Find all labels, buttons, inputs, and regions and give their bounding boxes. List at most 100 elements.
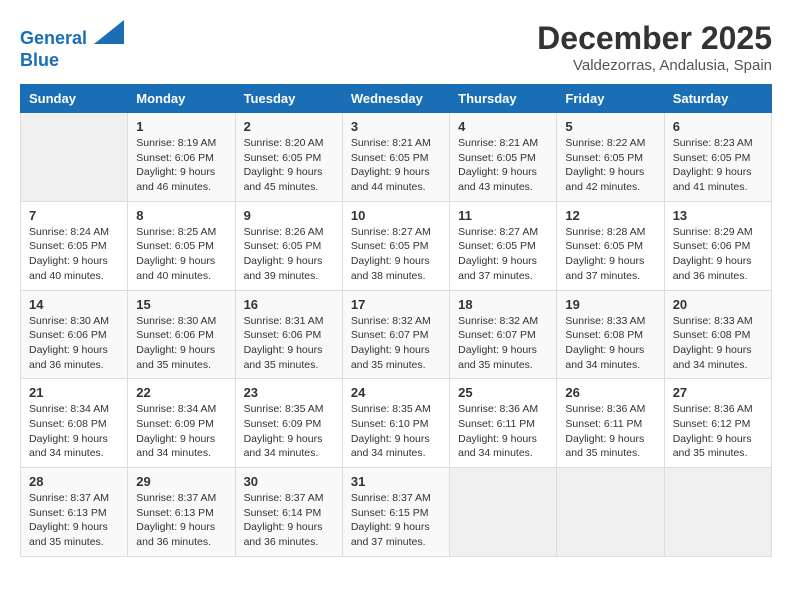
weekday-header-thursday: Thursday <box>450 85 557 113</box>
day-content: Sunrise: 8:21 AMSunset: 6:05 PMDaylight:… <box>351 136 441 195</box>
day-number: 27 <box>673 385 763 400</box>
day-content: Sunrise: 8:36 AMSunset: 6:11 PMDaylight:… <box>565 402 655 461</box>
day-content: Sunrise: 8:30 AMSunset: 6:06 PMDaylight:… <box>136 314 226 373</box>
day-content: Sunrise: 8:33 AMSunset: 6:08 PMDaylight:… <box>673 314 763 373</box>
calendar-cell <box>557 468 664 557</box>
day-content: Sunrise: 8:32 AMSunset: 6:07 PMDaylight:… <box>458 314 548 373</box>
logo-text: General Blue <box>20 20 124 71</box>
day-content: Sunrise: 8:35 AMSunset: 6:09 PMDaylight:… <box>244 402 334 461</box>
logo: General Blue <box>20 20 124 71</box>
calendar-cell: 16 Sunrise: 8:31 AMSunset: 6:06 PMDayligh… <box>235 290 342 379</box>
calendar-cell: 23 Sunrise: 8:35 AMSunset: 6:09 PMDayligh… <box>235 379 342 468</box>
calendar-cell: 14Sunrise: 8:30 AMSunset: 6:06 PMDayligh… <box>21 290 128 379</box>
day-content: Sunrise: 8:34 AMSunset: 6:08 PMDaylight:… <box>29 402 119 461</box>
calendar-cell: 8 Sunrise: 8:25 AMSunset: 6:05 PMDaylight… <box>128 201 235 290</box>
day-number: 8 <box>136 208 226 223</box>
day-content: Sunrise: 8:31 AMSunset: 6:06 PMDaylight:… <box>244 314 334 373</box>
calendar-cell: 27 Sunrise: 8:36 AMSunset: 6:12 PMDayligh… <box>664 379 771 468</box>
day-number: 11 <box>458 208 548 223</box>
calendar-cell: 13 Sunrise: 8:29 AMSunset: 6:06 PMDayligh… <box>664 201 771 290</box>
day-number: 23 <box>244 385 334 400</box>
calendar-cell: 21Sunrise: 8:34 AMSunset: 6:08 PMDayligh… <box>21 379 128 468</box>
day-number: 2 <box>244 119 334 134</box>
day-content: Sunrise: 8:23 AMSunset: 6:05 PMDaylight:… <box>673 136 763 195</box>
day-content: Sunrise: 8:37 AMSunset: 6:13 PMDaylight:… <box>136 491 226 550</box>
calendar-cell: 4Sunrise: 8:21 AMSunset: 6:05 PMDaylight… <box>450 113 557 202</box>
day-content: Sunrise: 8:34 AMSunset: 6:09 PMDaylight:… <box>136 402 226 461</box>
day-content: Sunrise: 8:21 AMSunset: 6:05 PMDaylight:… <box>458 136 548 195</box>
calendar-cell: 10 Sunrise: 8:27 AMSunset: 6:05 PMDayligh… <box>342 201 449 290</box>
week-row-3: 14 Sunrise: 8:30 AMSunset: 6:06 PMDayligh… <box>21 290 772 379</box>
week-row-5: 28 Sunrise: 8:37 AMSunset: 6:13 PMDayligh… <box>21 468 772 557</box>
day-content: Sunrise: 8:22 AMSunset: 6:05 PMDaylight:… <box>565 136 655 195</box>
calendar-cell: 15Sunrise: 8:30 AMSunset: 6:06 PMDayligh… <box>128 290 235 379</box>
day-number: 31 <box>351 474 441 489</box>
day-number: 28 <box>29 474 119 489</box>
weekday-header-wednesday: Wednesday <box>342 85 449 113</box>
day-number: 18 <box>458 297 548 312</box>
calendar-cell: 11 Sunrise: 8:27 AMSunset: 6:05 PMDayligh… <box>450 201 557 290</box>
weekday-header-saturday: Saturday <box>664 85 771 113</box>
day-number: 29 <box>136 474 226 489</box>
weekday-header-row: SundayMondayTuesdayWednesdayThursdayFrid… <box>21 85 772 113</box>
calendar-cell: 26 Sunrise: 8:36 AMSunset: 6:11 PMDayligh… <box>557 379 664 468</box>
weekday-header-friday: Friday <box>557 85 664 113</box>
day-content: Sunrise: 8:33 AMSunset: 6:08 PMDaylight:… <box>565 314 655 373</box>
calendar-cell: 3 Sunrise: 8:21 AMSunset: 6:05 PMDaylight… <box>342 113 449 202</box>
day-number: 22 <box>136 385 226 400</box>
calendar-cell: 9 Sunrise: 8:26 AMSunset: 6:05 PMDaylight… <box>235 201 342 290</box>
calendar-cell: 7 Sunrise: 8:24 AMSunset: 6:05 PMDaylight… <box>21 201 128 290</box>
day-content: Sunrise: 8:28 AMSunset: 6:05 PMDaylight:… <box>565 225 655 284</box>
day-number: 7 <box>29 208 119 223</box>
calendar-cell: 31 Sunrise: 8:37 AMSunset: 6:15 PMDayligh… <box>342 468 449 557</box>
calendar-cell: 18 Sunrise: 8:32 AMSunset: 6:07 PMDayligh… <box>450 290 557 379</box>
day-number: 25 <box>458 385 548 400</box>
day-number: 10 <box>351 208 441 223</box>
calendar-table: SundayMondayTuesdayWednesdayThursdayFrid… <box>20 84 772 557</box>
calendar-cell: 17 Sunrise: 8:32 AMSunset: 6:07 PMDayligh… <box>342 290 449 379</box>
month-year: December 2025 <box>537 20 772 57</box>
calendar-cell: 2 Sunrise: 8:20 AMSunset: 6:05 PMDaylight… <box>235 113 342 202</box>
day-content: Sunrise: 8:36 AMSunset: 6:11 PMDaylight:… <box>458 402 548 461</box>
day-number: 13 <box>673 208 763 223</box>
day-content: Sunrise: 8:36 AMSunset: 6:12 PMDaylight:… <box>673 402 763 461</box>
day-number: 30 <box>244 474 334 489</box>
location: Valdezorras, Andalusia, Spain <box>537 57 772 74</box>
calendar-cell <box>664 468 771 557</box>
day-content: Sunrise: 8:20 AMSunset: 6:05 PMDaylight:… <box>244 136 334 195</box>
day-number: 26 <box>565 385 655 400</box>
week-row-1: 1Sunrise: 8:19 AMSunset: 6:06 PMDaylight… <box>21 113 772 202</box>
calendar-cell: 12Sunrise: 8:28 AMSunset: 6:05 PMDayligh… <box>557 201 664 290</box>
day-content: Sunrise: 8:26 AMSunset: 6:05 PMDaylight:… <box>244 225 334 284</box>
calendar-cell: 29 Sunrise: 8:37 AMSunset: 6:13 PMDayligh… <box>128 468 235 557</box>
day-content: Sunrise: 8:24 AMSunset: 6:05 PMDaylight:… <box>29 225 119 284</box>
day-content: Sunrise: 8:27 AMSunset: 6:05 PMDaylight:… <box>351 225 441 284</box>
day-number: 9 <box>244 208 334 223</box>
day-number: 3 <box>351 119 441 134</box>
day-content: Sunrise: 8:37 AMSunset: 6:13 PMDaylight:… <box>29 491 119 550</box>
day-number: 24 <box>351 385 441 400</box>
day-content: Sunrise: 8:37 AMSunset: 6:14 PMDaylight:… <box>244 491 334 550</box>
weekday-header-tuesday: Tuesday <box>235 85 342 113</box>
day-content: Sunrise: 8:32 AMSunset: 6:07 PMDaylight:… <box>351 314 441 373</box>
day-number: 19 <box>565 297 655 312</box>
calendar-cell: 24 Sunrise: 8:35 AMSunset: 6:10 PMDayligh… <box>342 379 449 468</box>
logo-icon <box>94 20 124 44</box>
day-content: Sunrise: 8:35 AMSunset: 6:10 PMDaylight:… <box>351 402 441 461</box>
day-content: Sunrise: 8:29 AMSunset: 6:06 PMDaylight:… <box>673 225 763 284</box>
title-block: December 2025 Valdezorras, Andalusia, Sp… <box>537 20 772 74</box>
week-row-4: 21Sunrise: 8:34 AMSunset: 6:08 PMDayligh… <box>21 379 772 468</box>
day-number: 16 <box>244 297 334 312</box>
day-content: Sunrise: 8:25 AMSunset: 6:05 PMDaylight:… <box>136 225 226 284</box>
page-header: General Blue December 2025 Valdezorras, … <box>20 20 772 74</box>
day-number: 14 <box>29 297 119 312</box>
day-content: Sunrise: 8:19 AMSunset: 6:06 PMDaylight:… <box>136 136 226 195</box>
calendar-cell: 5Sunrise: 8:22 AMSunset: 6:05 PMDaylight… <box>557 113 664 202</box>
calendar-cell: 25 Sunrise: 8:36 AMSunset: 6:11 PMDayligh… <box>450 379 557 468</box>
calendar-cell: 6 Sunrise: 8:23 AMSunset: 6:05 PMDaylight… <box>664 113 771 202</box>
calendar-cell: 1Sunrise: 8:19 AMSunset: 6:06 PMDaylight… <box>128 113 235 202</box>
day-number: 17 <box>351 297 441 312</box>
day-content: Sunrise: 8:37 AMSunset: 6:15 PMDaylight:… <box>351 491 441 550</box>
day-content: Sunrise: 8:27 AMSunset: 6:05 PMDaylight:… <box>458 225 548 284</box>
day-number: 6 <box>673 119 763 134</box>
